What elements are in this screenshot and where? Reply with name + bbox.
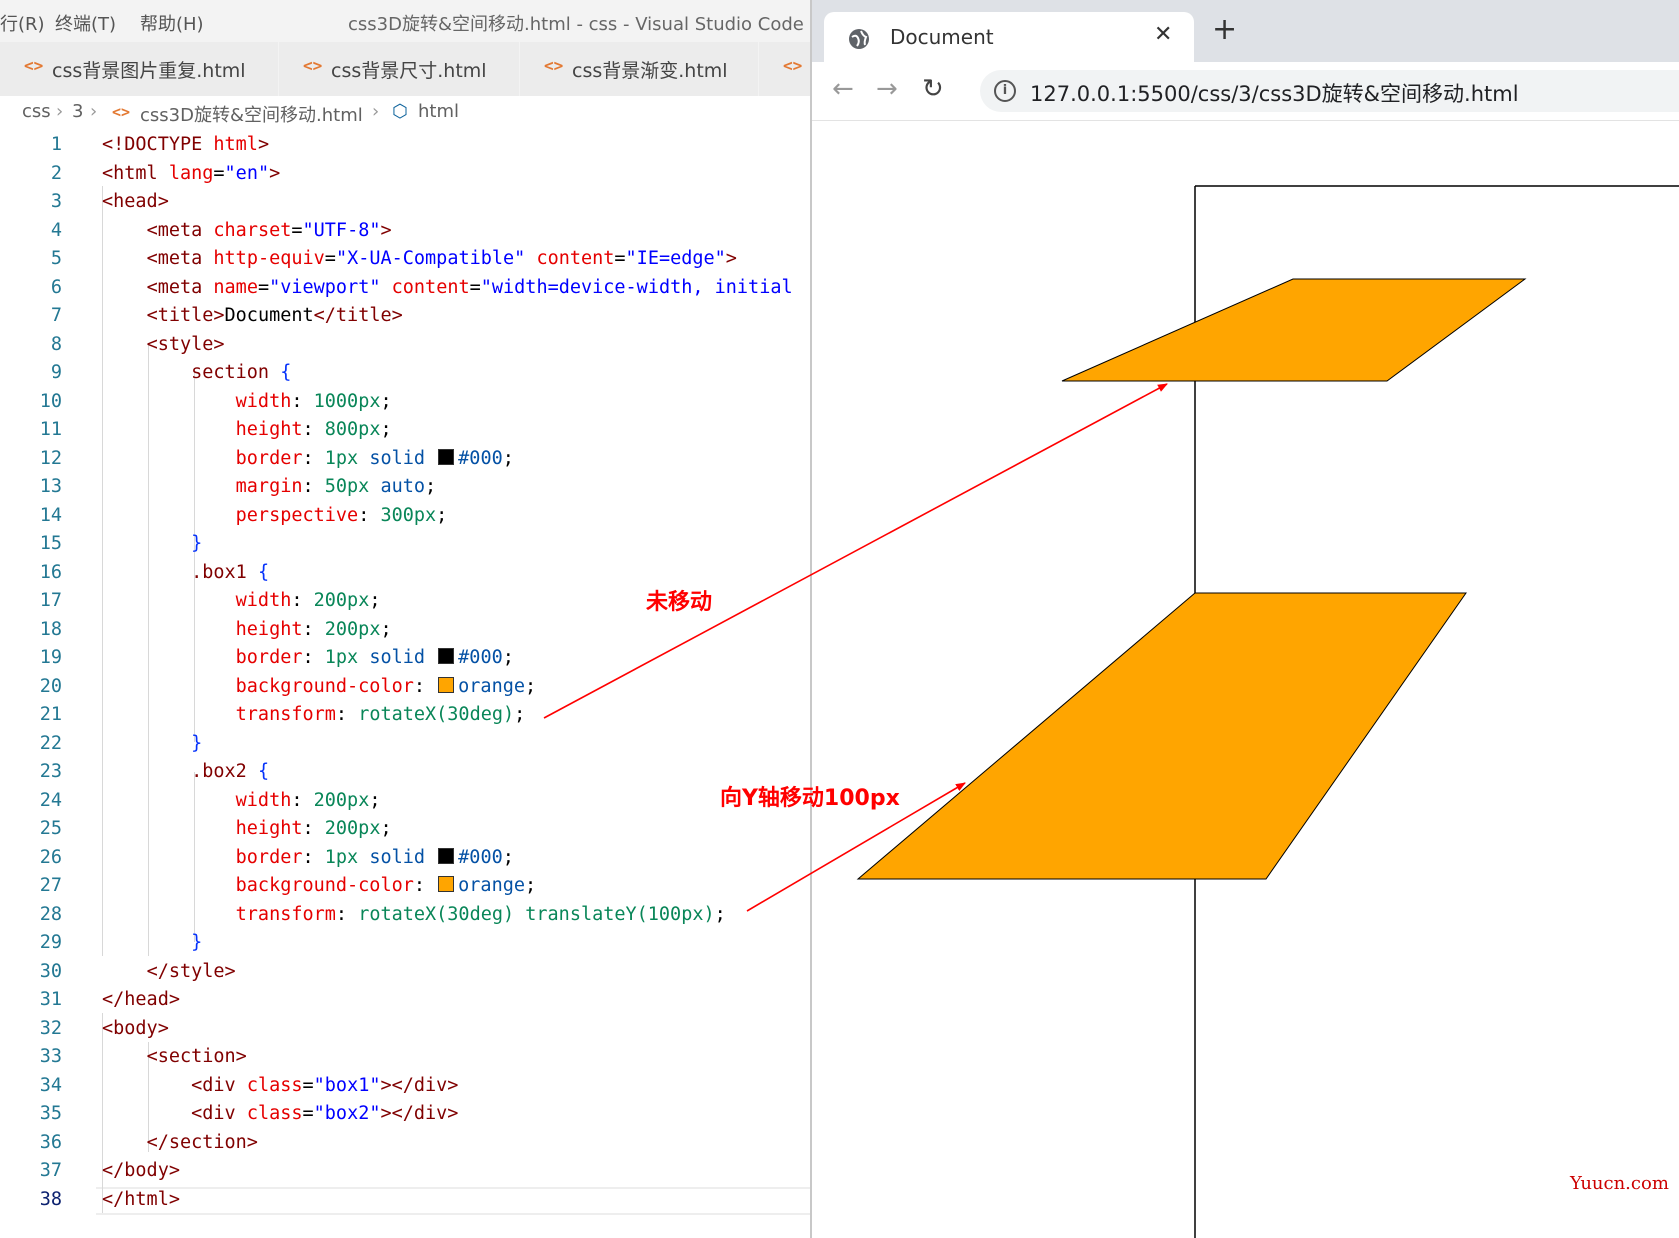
annotation-overlay — [543, 185, 1679, 1238]
annotation-moved-y: 向Y轴移动100px — [720, 786, 900, 811]
box1-rotated — [1061, 278, 1527, 382]
watermark: Yuucn.com — [1570, 1173, 1669, 1194]
arrow-not-moved — [543, 383, 1168, 719]
annotation-not-moved: 未移动 — [646, 590, 713, 615]
box2-translated — [856, 592, 1467, 880]
